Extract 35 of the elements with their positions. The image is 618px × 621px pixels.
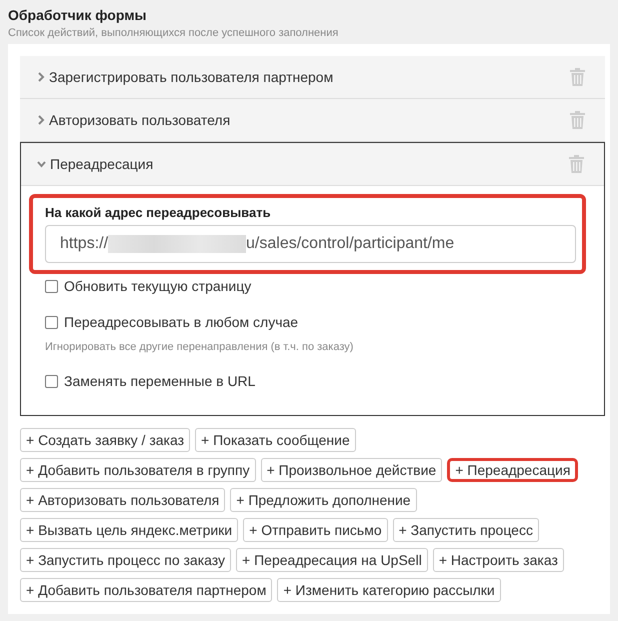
add-action-button[interactable]: + Переадресация	[447, 458, 578, 482]
add-action-button[interactable]: + Запустить процесс по заказу	[20, 548, 232, 572]
action-title: Авторизовать пользователя	[49, 112, 232, 128]
option-hint: Игнорировать все другие перенаправления (в т.ч. по заказу)	[45, 341, 354, 353]
add-action-button[interactable]: + Показать сообщение	[195, 428, 356, 452]
action-title: Переадресация	[50, 156, 154, 172]
action-header[interactable]: Авторизовать пользователя	[20, 99, 605, 142]
form-handler-title: Обработчик формы	[8, 6, 148, 24]
checkbox[interactable]	[45, 280, 58, 292]
chevron-icon	[36, 115, 45, 125]
add-action-button[interactable]: + Произвольное действие	[260, 458, 442, 482]
action-header[interactable]: Переадресация	[21, 143, 604, 186]
add-action-button[interactable]: + Авторизовать пользователя	[20, 488, 226, 512]
checkbox[interactable]	[45, 374, 58, 388]
form-handler-subtitle: Список действий, выполняющихся после успешного заполнения	[8, 26, 340, 41]
checkbox-label: Обновить текущую страницу	[64, 278, 252, 294]
action-title: Зарегистрировать пользователя партнером	[49, 69, 334, 85]
checkbox-label: Переадресовывать в любом случае	[64, 314, 298, 330]
add-action-button[interactable]: + Добавить пользователя партнером	[20, 578, 272, 602]
action-header[interactable]: Зарегистрировать пользователя партнером	[20, 56, 605, 99]
add-action-button[interactable]: + Вызвать цель яндекс.метрики	[20, 518, 238, 542]
checkbox-label: Заменять переменные в URL	[64, 373, 256, 389]
add-action-button[interactable]: + Запустить процесс	[392, 518, 539, 542]
add-action-button[interactable]: + Изменить категорию рассылки	[277, 578, 501, 602]
add-action-button[interactable]: + Предложить дополнение	[230, 488, 417, 512]
add-action-button[interactable]: + Добавить пользователя в группу	[20, 458, 256, 482]
checkbox[interactable]	[45, 316, 58, 328]
add-action-button[interactable]: + Настроить заказ	[432, 548, 564, 572]
add-action-button[interactable]: + Создать заявку / заказ	[20, 428, 190, 452]
url-input-field[interactable]: https:// u/sales/control/participant/me	[45, 225, 576, 263]
field-label: На какой адрес переадресовывать	[45, 205, 272, 220]
add-action-button[interactable]: + Отправить письмо	[243, 518, 388, 542]
add-action-button[interactable]: + Переадресация на UpSell	[236, 548, 428, 572]
chevron-icon	[36, 72, 45, 82]
chevron-icon	[37, 159, 46, 169]
